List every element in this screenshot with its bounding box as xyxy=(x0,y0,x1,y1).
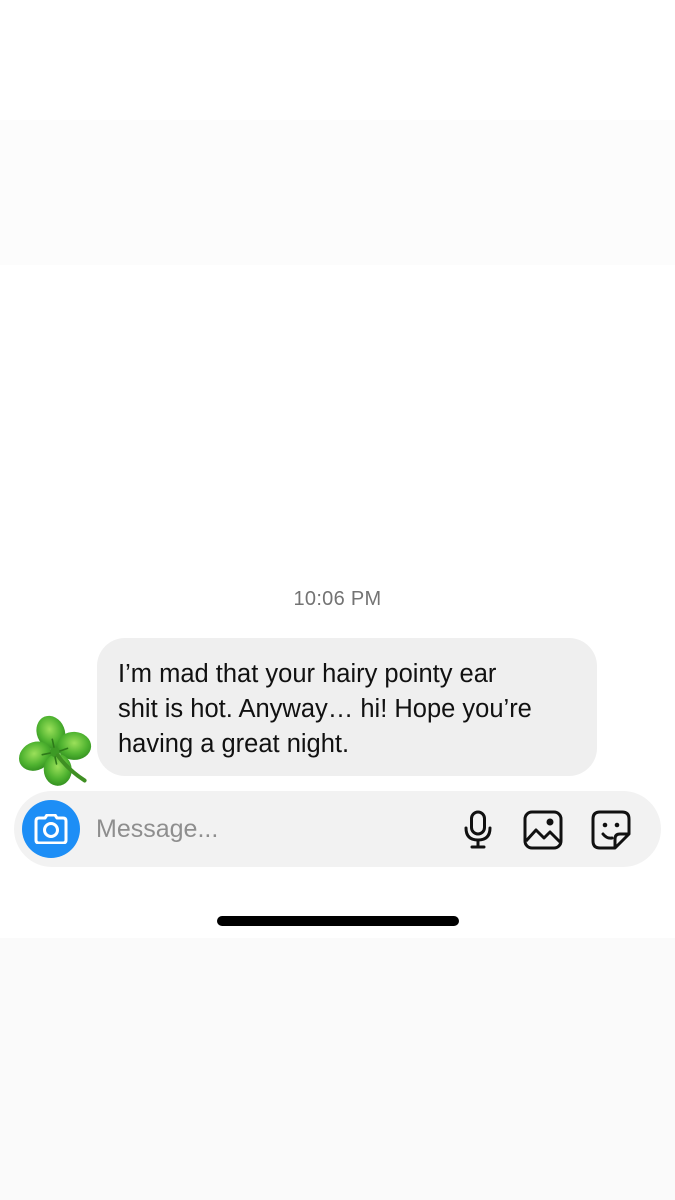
microphone-button[interactable] xyxy=(456,808,500,852)
sticker-button[interactable] xyxy=(589,808,633,852)
message-composer xyxy=(14,791,661,867)
bottom-blank-area xyxy=(0,938,675,1200)
header-placeholder-area xyxy=(0,120,675,265)
home-indicator[interactable] xyxy=(217,916,459,926)
message-timestamp: 10:06 PM xyxy=(293,588,382,610)
camera-icon xyxy=(34,814,68,844)
microphone-icon xyxy=(464,810,492,849)
message-input[interactable] xyxy=(96,809,436,849)
sticker-icon xyxy=(591,810,631,850)
top-blank-area xyxy=(0,0,675,120)
camera-button[interactable] xyxy=(22,800,80,858)
gallery-icon xyxy=(523,810,563,850)
message-bubble[interactable]: I’m mad that your hairy pointy ear shit … xyxy=(97,638,597,776)
four-leaf-clover-icon[interactable] xyxy=(12,712,98,794)
gallery-button[interactable] xyxy=(521,808,565,852)
message-text: I’m mad that your hairy pointy ear shit … xyxy=(118,660,532,758)
